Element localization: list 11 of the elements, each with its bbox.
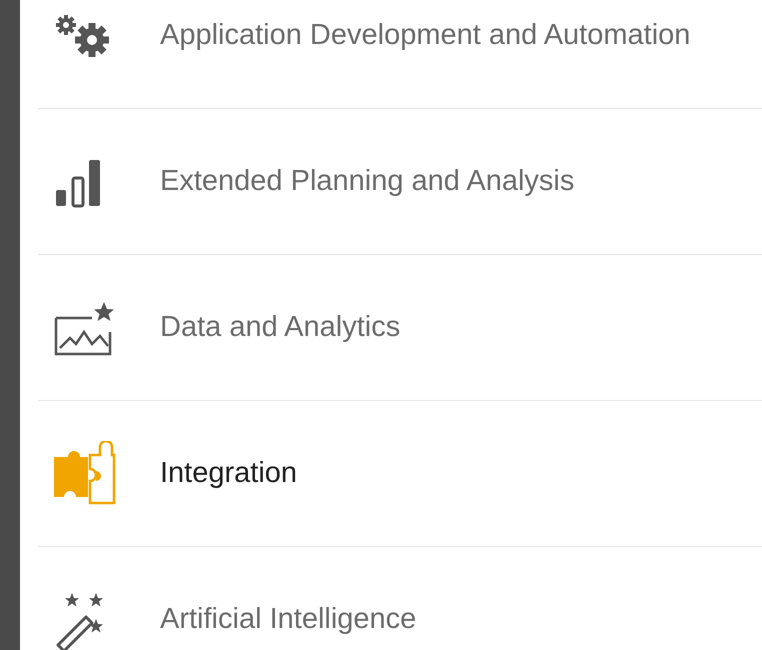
menu-item[interactable]: Data and Analytics (38, 255, 762, 401)
menu-item-label: Artificial Intelligence (160, 603, 416, 636)
menu-item-label: Integration (160, 457, 298, 490)
menu-item-label: Data and Analytics (160, 311, 400, 344)
menu-item[interactable]: Artificial Intelligence (38, 547, 762, 650)
menu-item[interactable]: Application Development and Automation (38, 0, 762, 109)
menu-item[interactable]: Extended Planning and Analysis (38, 109, 762, 255)
menu-item[interactable]: Integration (38, 401, 762, 547)
menu-item-label: Extended Planning and Analysis (160, 165, 574, 198)
menu-item-label: Application Development and Automation (160, 19, 690, 52)
puzzle-icon (52, 440, 118, 506)
